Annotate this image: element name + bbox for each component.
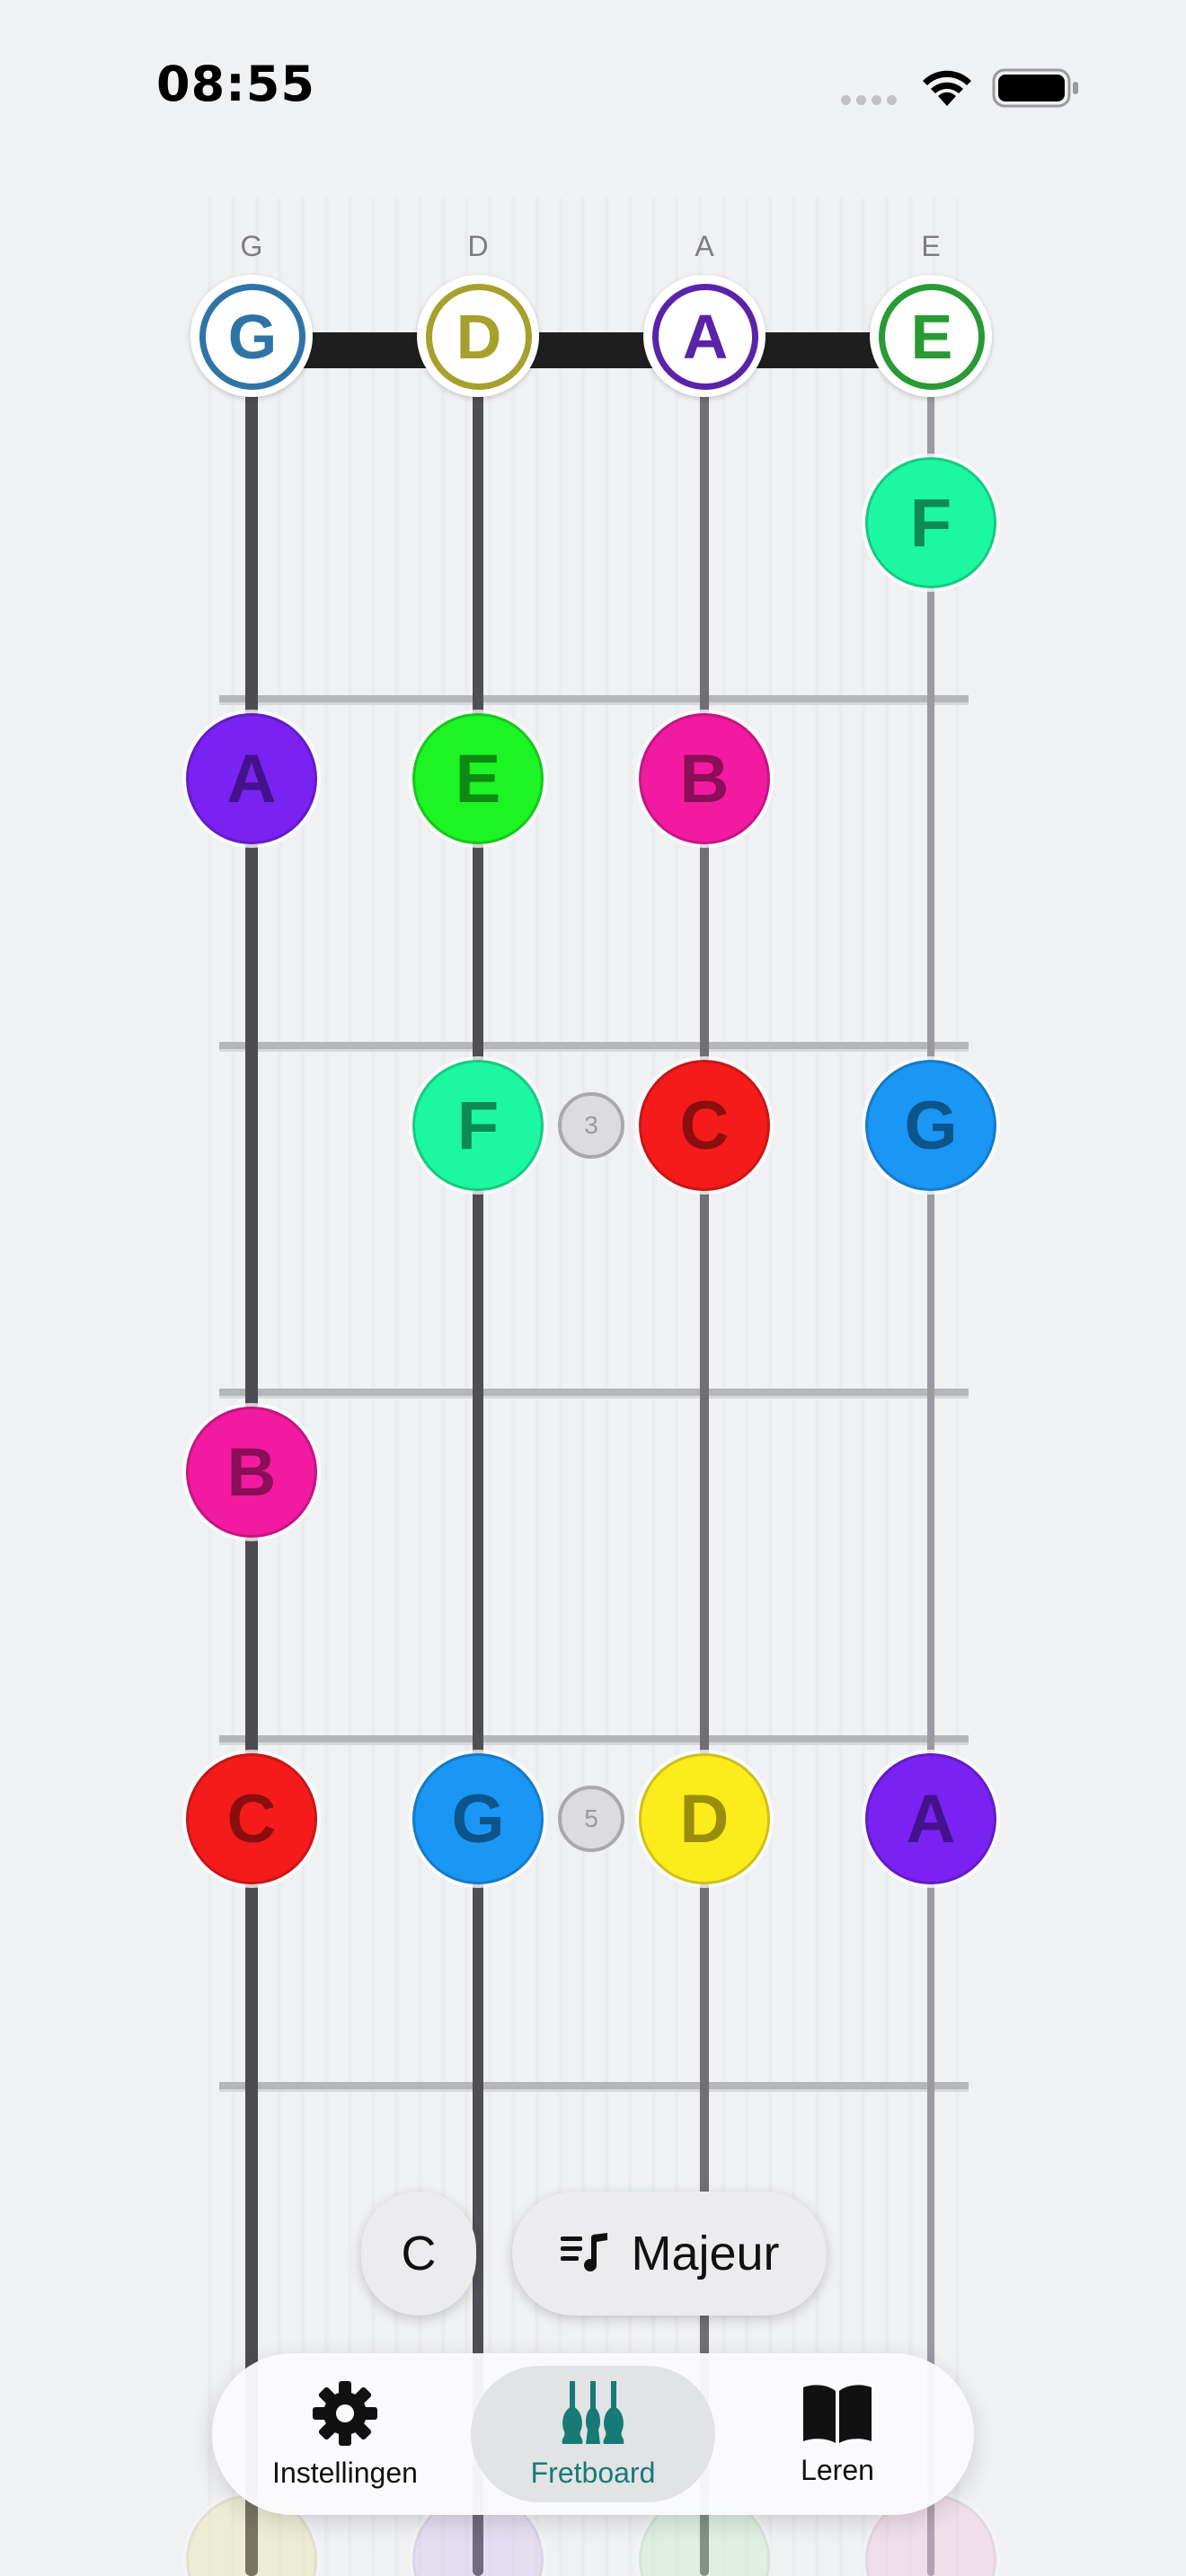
string-label-G: G bbox=[240, 230, 263, 262]
fretboard[interactable]: GGDDAAEE 35FAEBFCGBCGDA bbox=[0, 0, 1186, 2576]
note-B[interactable]: B bbox=[639, 713, 770, 844]
note-G[interactable]: G bbox=[865, 1060, 996, 1191]
scale-select-button[interactable]: Majeur bbox=[512, 2192, 827, 2316]
string-label-D: D bbox=[467, 230, 489, 262]
open-note-label: D bbox=[426, 284, 532, 390]
tab-fretboard-label: Fretboard bbox=[530, 2456, 656, 2489]
fret-marker-5: 5 bbox=[558, 1786, 624, 1852]
open-note-D[interactable]: D bbox=[417, 275, 539, 397]
guitars-icon bbox=[562, 2380, 624, 2444]
tab-learn-label: Leren bbox=[801, 2453, 874, 2486]
note-E[interactable]: E bbox=[412, 713, 544, 844]
open-note-G[interactable]: G bbox=[190, 275, 313, 397]
note-D[interactable]: D bbox=[639, 1753, 770, 1884]
tab-bar: Instellingen Fretboard Leren bbox=[212, 2353, 974, 2515]
fret-2 bbox=[219, 1042, 969, 1052]
fret-5 bbox=[219, 2082, 969, 2092]
tab-learn[interactable]: Leren bbox=[715, 2366, 960, 2502]
open-note-label: G bbox=[199, 284, 305, 390]
open-note-label: E bbox=[879, 284, 985, 390]
open-note-label: A bbox=[652, 284, 758, 390]
tab-settings[interactable]: Instellingen bbox=[223, 2366, 467, 2502]
note-F[interactable]: F bbox=[865, 457, 996, 588]
open-note-E[interactable]: E bbox=[870, 275, 992, 397]
note-A[interactable]: A bbox=[186, 713, 317, 844]
string-E bbox=[927, 359, 934, 2576]
fret-4 bbox=[219, 1735, 969, 1745]
note-C[interactable]: C bbox=[186, 1753, 317, 1884]
scale-label: Majeur bbox=[631, 2227, 780, 2280]
music-list-icon bbox=[561, 2233, 608, 2272]
note-C[interactable]: C bbox=[639, 1060, 770, 1191]
nut bbox=[252, 332, 934, 368]
string-label-E: E bbox=[921, 230, 941, 262]
app-screen: 08:55 GGDDAAEE 35FAEBFCGBCGDA C Majeur I… bbox=[0, 0, 1186, 2576]
string-label-A: A bbox=[695, 230, 714, 262]
note-A[interactable]: A bbox=[865, 1753, 996, 1884]
book-icon bbox=[803, 2384, 872, 2443]
tab-settings-label: Instellingen bbox=[272, 2456, 418, 2489]
key-select-button[interactable]: C bbox=[361, 2192, 476, 2316]
fret-marker-3: 3 bbox=[558, 1092, 624, 1159]
fret-3 bbox=[219, 1389, 969, 1398]
open-note-A[interactable]: A bbox=[643, 275, 766, 397]
note-G[interactable]: G bbox=[412, 1753, 544, 1884]
tab-fretboard[interactable]: Fretboard bbox=[471, 2366, 715, 2502]
note-B[interactable]: B bbox=[186, 1407, 317, 1538]
gear-icon bbox=[313, 2380, 377, 2446]
fret-1 bbox=[219, 695, 969, 705]
note-F[interactable]: F bbox=[412, 1060, 544, 1191]
